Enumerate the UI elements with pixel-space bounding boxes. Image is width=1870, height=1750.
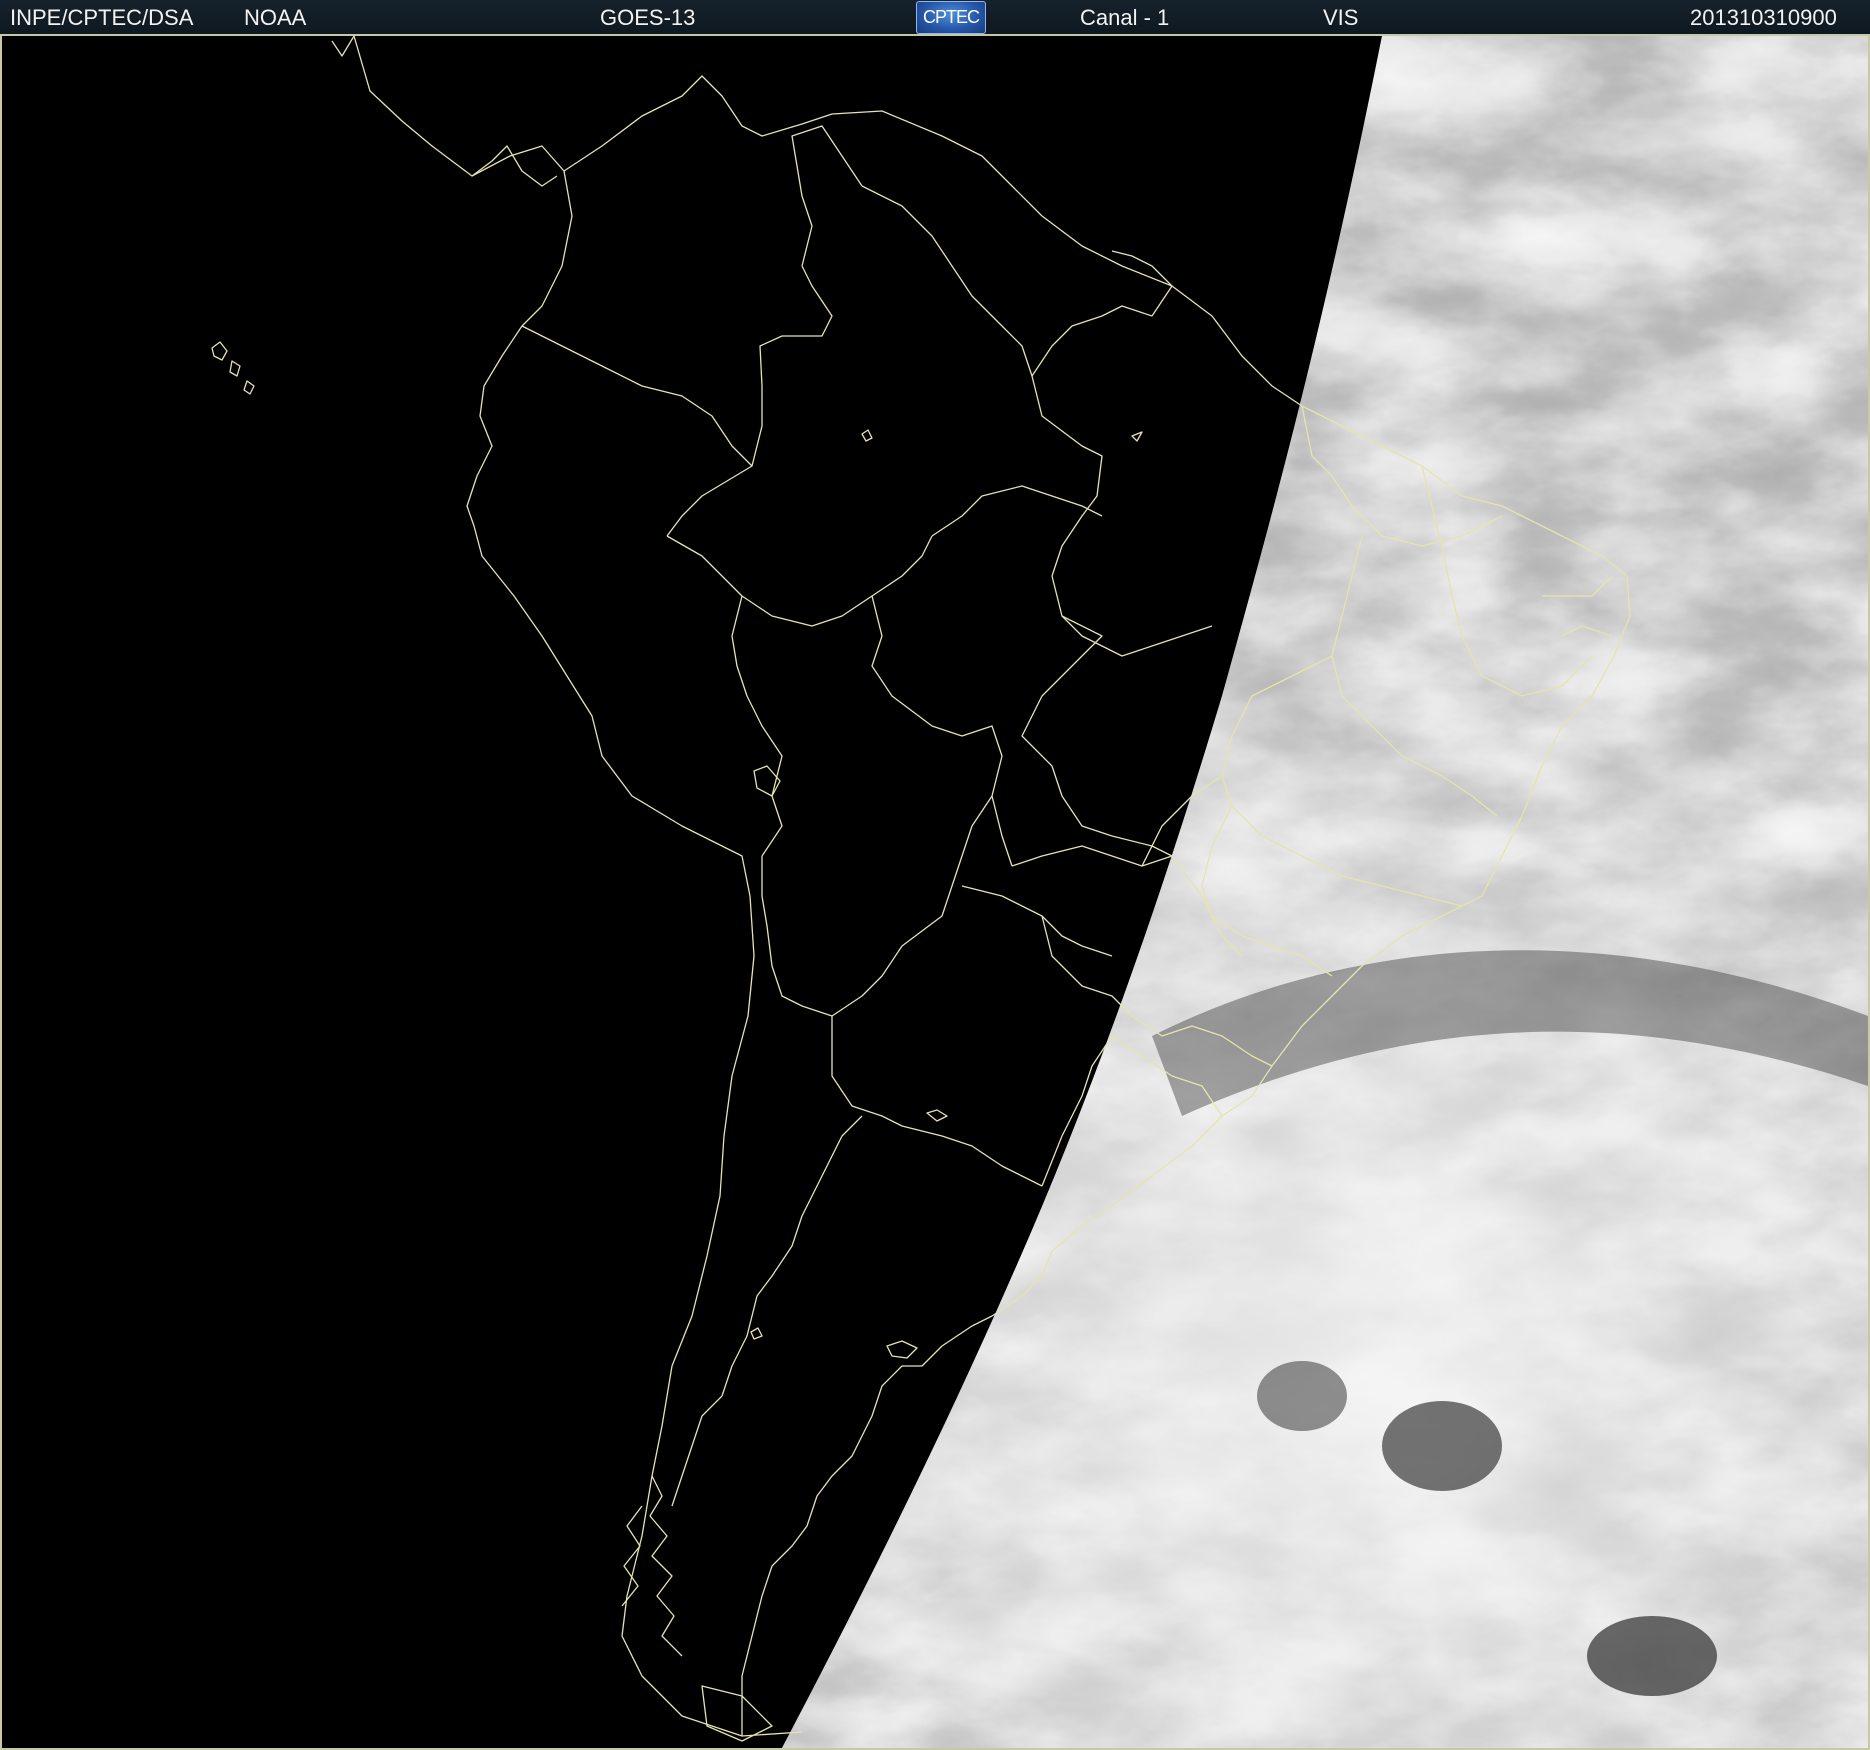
satellite-label: GOES-13 <box>600 5 696 30</box>
band-label: VIS <box>1323 5 1359 30</box>
header-bar: INPE/CPTEC/DSA NOAA GOES-13 CPTEC Canal … <box>0 0 1870 36</box>
cptec-logo: CPTEC <box>916 1 986 34</box>
satellite-map-svg <box>2 36 1868 1748</box>
source-label: NOAA <box>244 5 307 30</box>
channel-label: Canal - 1 <box>1080 5 1170 30</box>
satellite-image <box>0 36 1870 1750</box>
timestamp-label: 201310310900 <box>1690 5 1837 30</box>
agency-label: INPE/CPTEC/DSA <box>10 5 194 30</box>
